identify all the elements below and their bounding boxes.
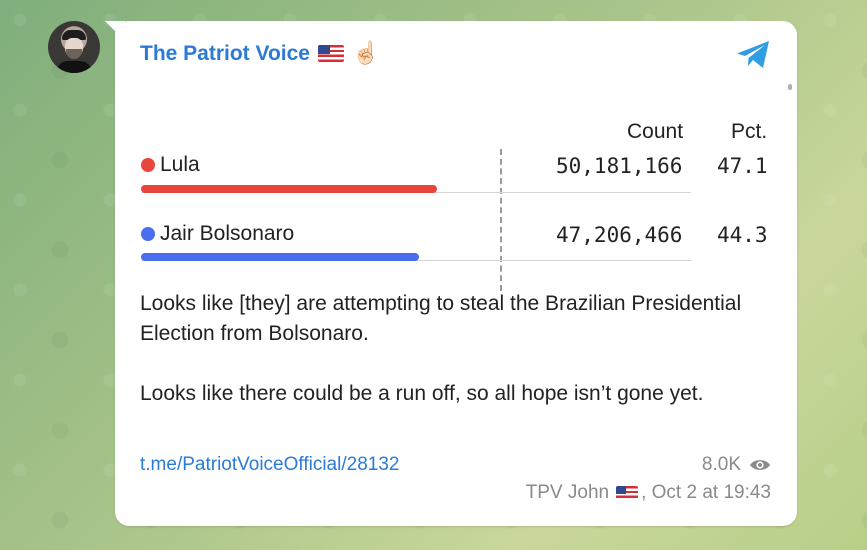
message-paragraph-1: Looks like [they] are attempting to stea…: [140, 292, 742, 345]
post-link[interactable]: t.me/PatriotVoiceOfficial/28132: [140, 454, 399, 476]
pointing-up-emoji: ☝🏻: [351, 41, 380, 66]
table-divider: [500, 149, 502, 291]
candidate-name-bolsonaro: Jair Bolsonaro: [141, 222, 294, 246]
channel-name[interactable]: The Patriot Voice: [140, 42, 310, 66]
view-count-value: 8.0K: [701, 454, 741, 475]
post-date: , Oct 2 at 19:43: [641, 482, 771, 503]
candidate-label: Jair Bolsonaro: [160, 222, 295, 245]
bolsonaro-pct: 44.3: [717, 223, 768, 247]
us-flag-icon: [616, 486, 639, 500]
candidate-label: Lula: [160, 153, 200, 176]
view-count: 8.0K: [702, 454, 771, 476]
message-text: Looks like [they] are attempting to stea…: [140, 289, 760, 409]
bolsonaro-color-dot: [141, 227, 155, 241]
bolsonaro-count: 47,206,466: [556, 223, 683, 247]
message-bubble: The Patriot Voice ☝🏻 Count Pct. Lula 50,…: [115, 21, 797, 526]
column-header-pct: Pct.: [731, 120, 768, 143]
lula-count: 50,181,166: [556, 154, 683, 178]
telegram-icon[interactable]: [735, 39, 773, 71]
lula-progress-bar: [141, 185, 437, 193]
bolsonaro-progress-bar: [141, 253, 419, 261]
us-flag-icon: [317, 45, 344, 62]
lula-pct: 47.1: [717, 154, 768, 178]
column-header-count: Count: [627, 120, 684, 143]
message-paragraph-2: Looks like there could be a run off, so …: [140, 382, 704, 405]
scroll-indicator[interactable]: [788, 84, 792, 90]
post-author: TPV John: [525, 482, 610, 503]
eye-icon: [750, 460, 770, 470]
channel-name-header[interactable]: The Patriot Voice ☝🏻: [140, 41, 379, 66]
candidate-name-lula: Lula: [141, 153, 200, 177]
channel-avatar[interactable]: [48, 21, 100, 73]
lula-color-dot: [141, 158, 155, 172]
post-footer: TPV John , Oct 2 at 19:43: [526, 482, 771, 504]
